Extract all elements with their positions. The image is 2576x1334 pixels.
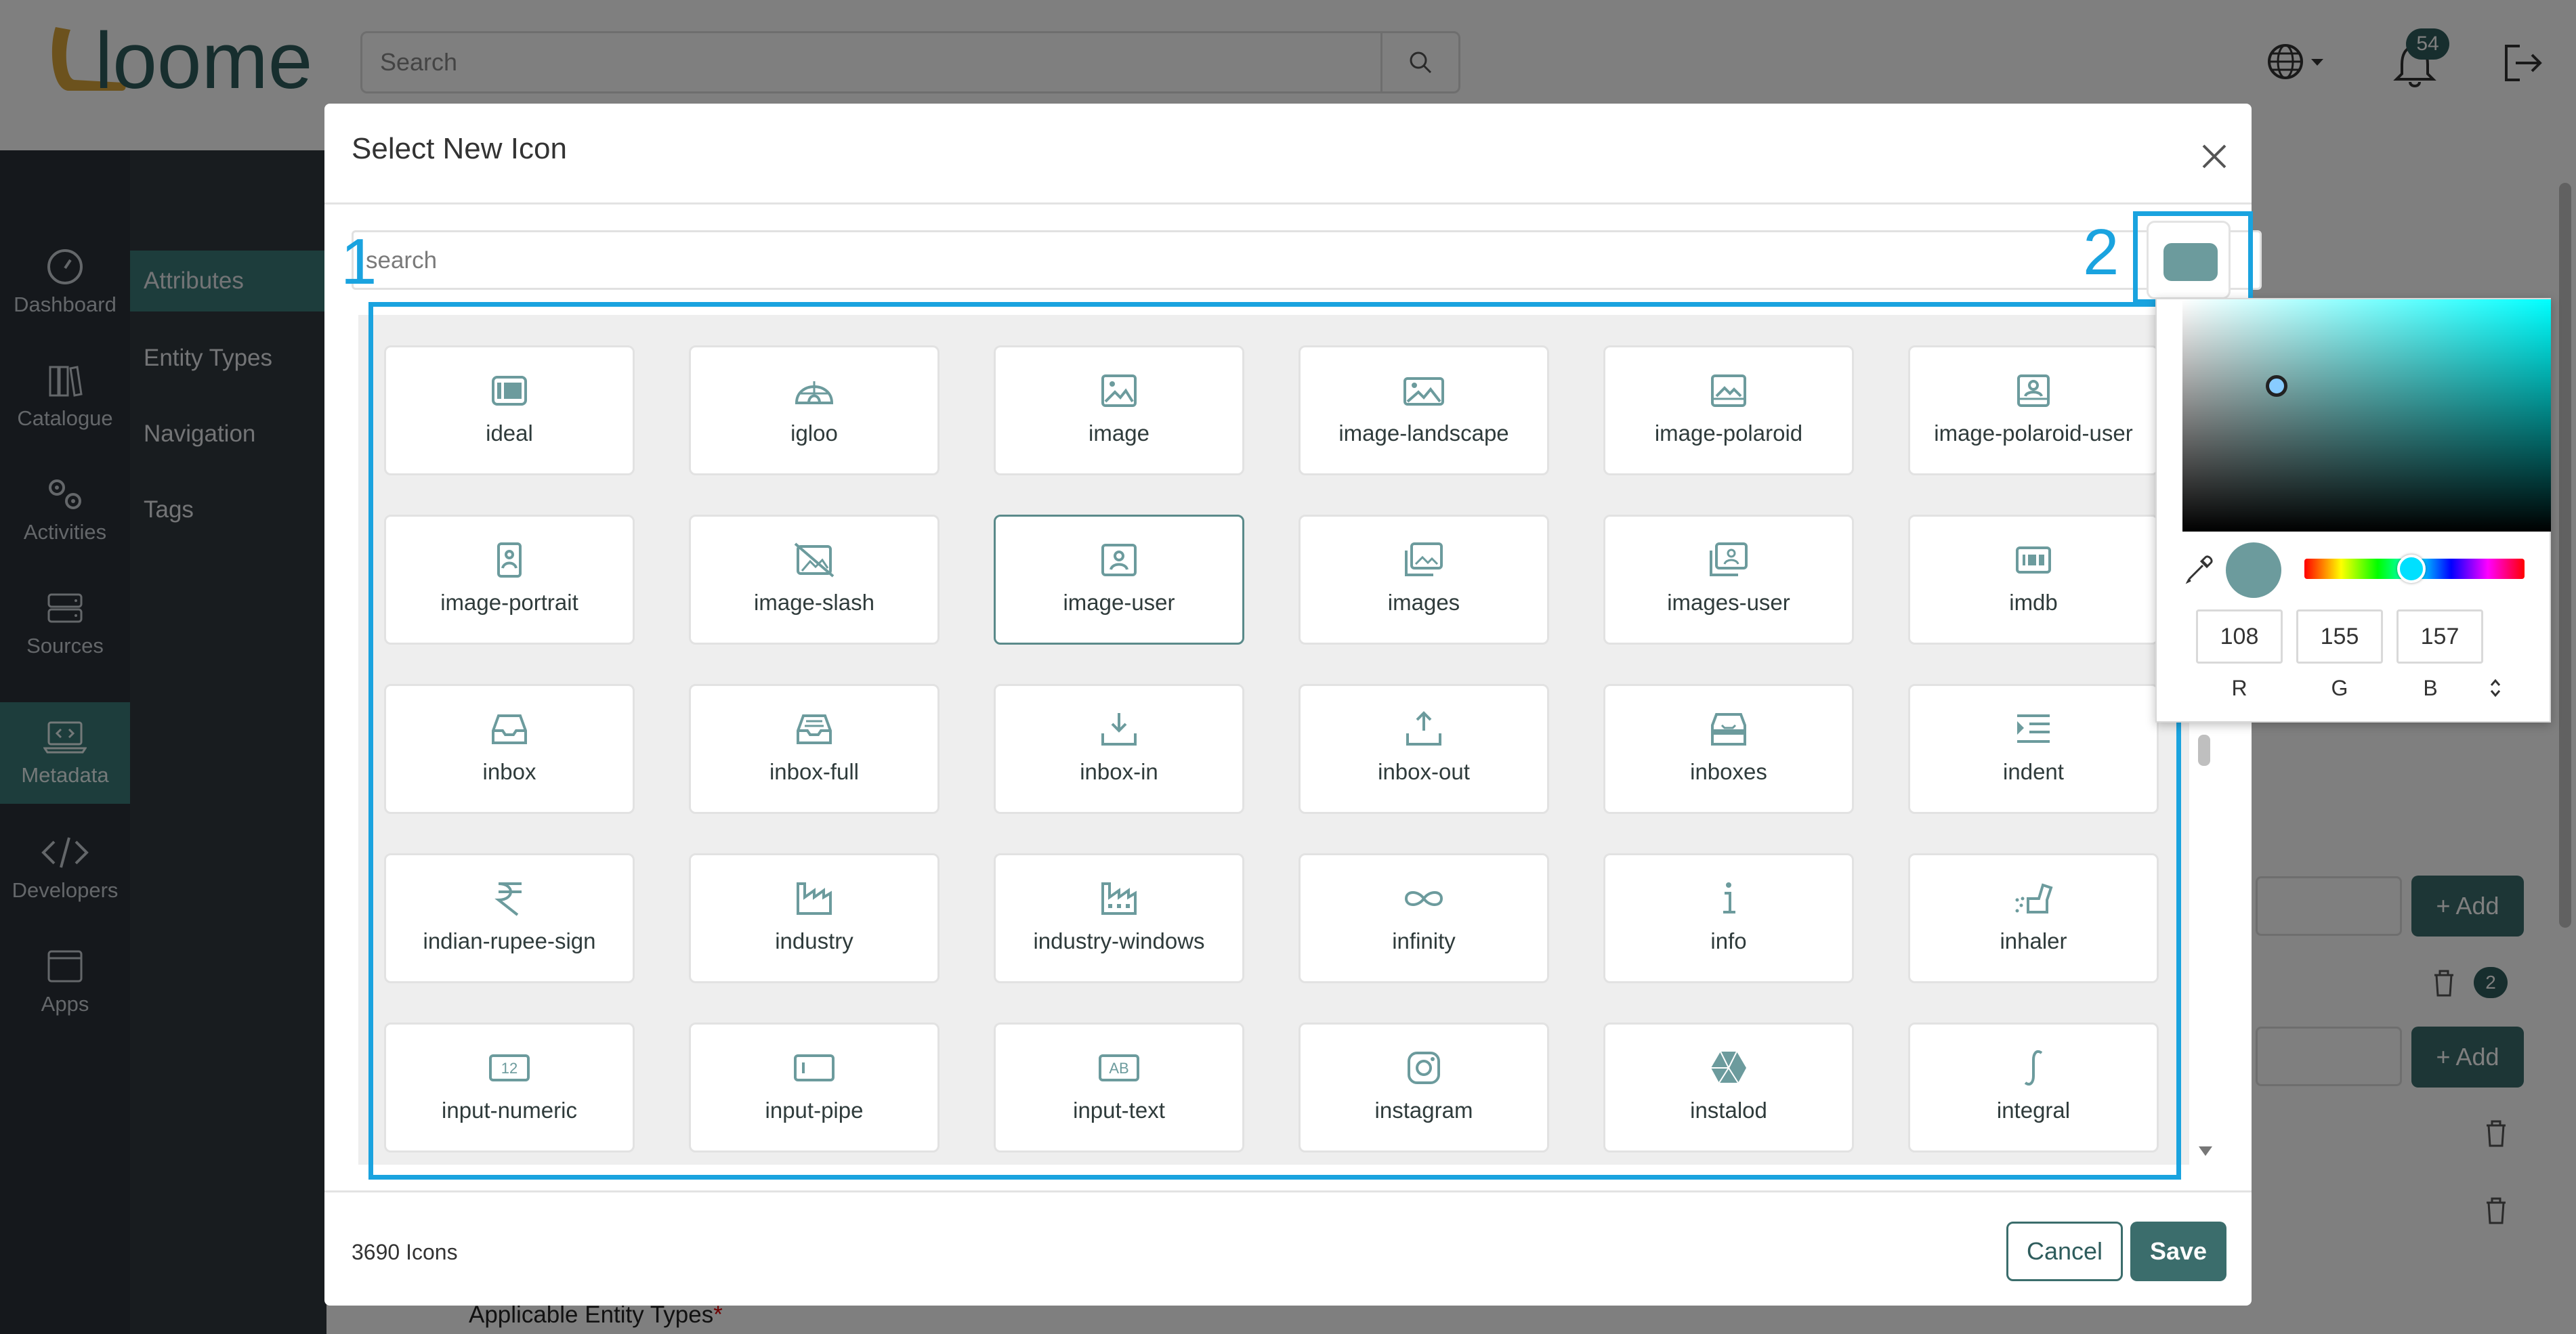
color-picker-popover: 108 155 157 R G B (2155, 298, 2551, 723)
scroll-down-arrow-icon[interactable] (2199, 1146, 2212, 1156)
saturation-picker-handle[interactable] (2266, 375, 2287, 397)
footer-divider (324, 1190, 2252, 1192)
cancel-button[interactable]: Cancel (2006, 1222, 2123, 1281)
format-toggle-icon[interactable] (2487, 677, 2504, 699)
annotation-box-1 (368, 302, 2181, 1180)
save-button[interactable]: Save (2130, 1222, 2226, 1281)
eyedropper-icon[interactable] (2184, 553, 2215, 584)
icon-search-input[interactable] (366, 240, 2059, 281)
red-label: R (2231, 676, 2247, 700)
annotation-number-1: 1 (341, 225, 377, 298)
red-input[interactable]: 108 (2196, 609, 2283, 664)
close-icon[interactable] (2194, 136, 2235, 177)
icon-count: 3690 Icons (352, 1240, 458, 1264)
saturation-area[interactable] (2182, 299, 2551, 532)
icon-search-field[interactable] (352, 230, 2262, 290)
header-divider (324, 202, 2252, 205)
modal-title: Select New Icon (352, 132, 567, 165)
color-preview (2226, 542, 2281, 598)
green-label: G (2331, 676, 2348, 700)
annotation-number-2: 2 (2083, 216, 2119, 288)
blue-label: B (2423, 676, 2438, 700)
green-input[interactable]: 155 (2296, 609, 2383, 664)
hue-slider-handle[interactable] (2397, 555, 2426, 583)
blue-input[interactable]: 157 (2396, 609, 2483, 664)
icon-grid-scrollbar-thumb[interactable] (2198, 735, 2210, 766)
annotation-box-2 (2133, 211, 2253, 304)
